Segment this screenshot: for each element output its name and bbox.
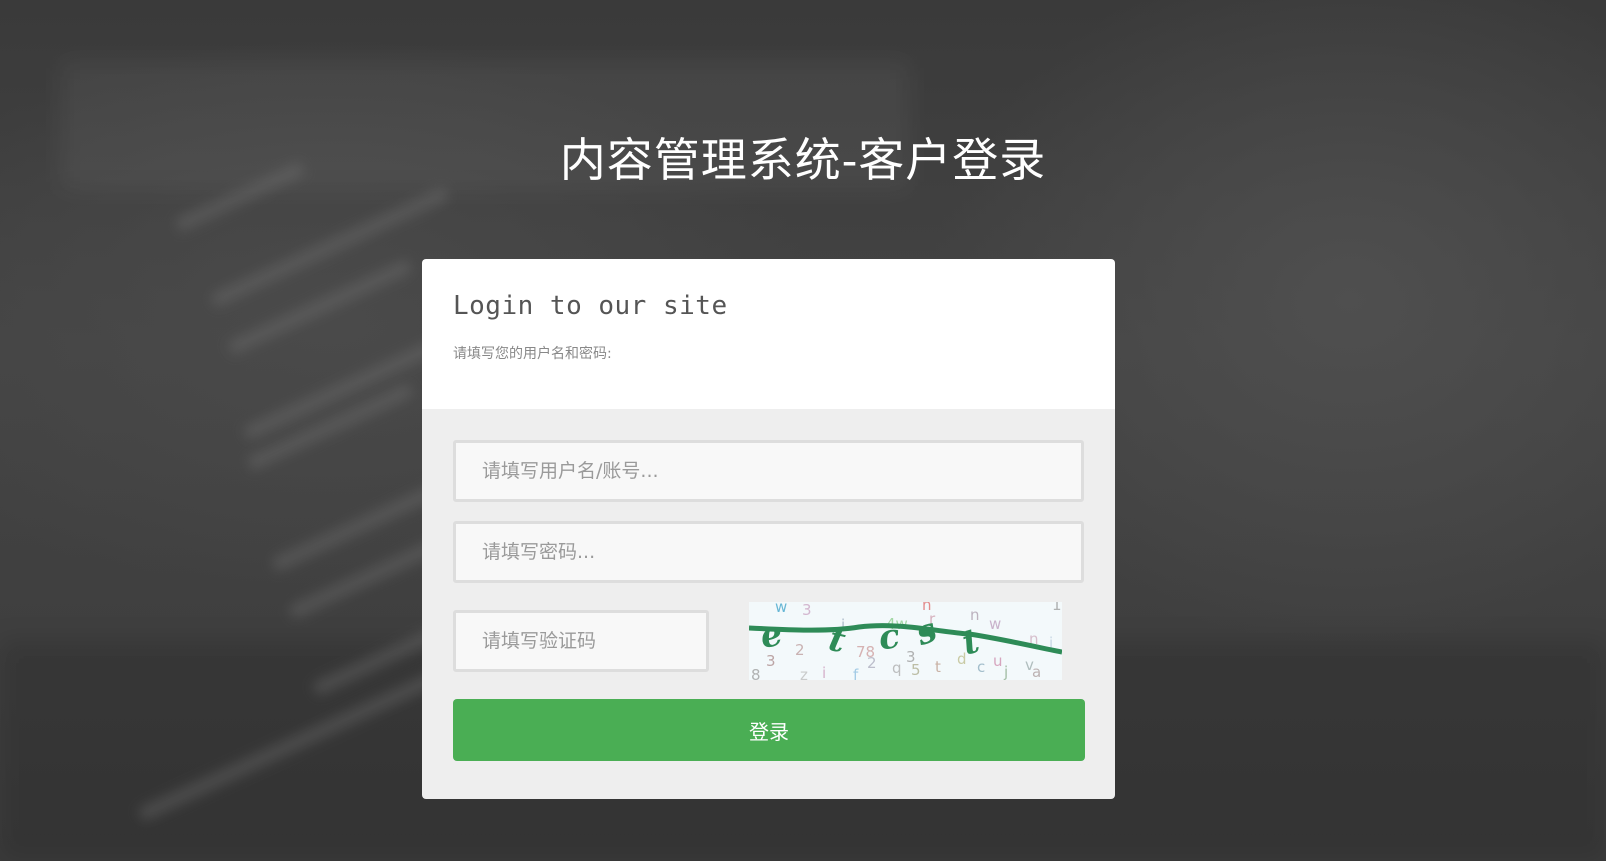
captcha-row: w 3 n i 4w r n w 1 3 2 78 q 5 3 — [453, 602, 1084, 682]
page-title: 内容管理系统-客户登录 — [559, 133, 1047, 187]
svg-text:u: u — [993, 652, 1003, 670]
svg-text:w: w — [989, 615, 1001, 633]
svg-text:2: 2 — [867, 654, 877, 672]
captcha-input[interactable] — [453, 610, 709, 672]
login-button[interactable]: 登录 — [453, 699, 1085, 761]
svg-text:1: 1 — [1052, 602, 1062, 614]
svg-text:q: q — [892, 659, 902, 677]
login-card-header: Login to our site 请填写您的用户名和密码: — [422, 259, 1115, 409]
svg-text:t: t — [825, 619, 849, 661]
svg-text:8: 8 — [751, 666, 761, 680]
login-heading: Login to our site — [453, 291, 728, 321]
svg-text:e: e — [757, 614, 785, 657]
svg-text:f: f — [853, 666, 859, 680]
login-description: 请填写您的用户名和密码: — [453, 346, 612, 362]
captcha-graphic: w 3 n i 4w r n w 1 3 2 78 q 5 3 t d c u … — [749, 602, 1062, 680]
username-input[interactable] — [453, 440, 1084, 502]
svg-text:3: 3 — [906, 648, 916, 666]
password-input[interactable] — [453, 521, 1084, 583]
svg-text:i: i — [822, 664, 826, 680]
svg-text:j: j — [1003, 663, 1008, 680]
captcha-image[interactable]: w 3 n i 4w r n w 1 3 2 78 q 5 3 t d c u … — [749, 602, 1062, 680]
svg-text:t: t — [935, 658, 941, 676]
svg-text:3: 3 — [802, 602, 812, 619]
svg-text:2: 2 — [795, 641, 805, 659]
svg-text:z: z — [800, 666, 808, 680]
svg-text:a: a — [1032, 663, 1041, 680]
login-card: Login to our site 请填写您的用户名和密码: w 3 n i 4… — [422, 259, 1115, 799]
